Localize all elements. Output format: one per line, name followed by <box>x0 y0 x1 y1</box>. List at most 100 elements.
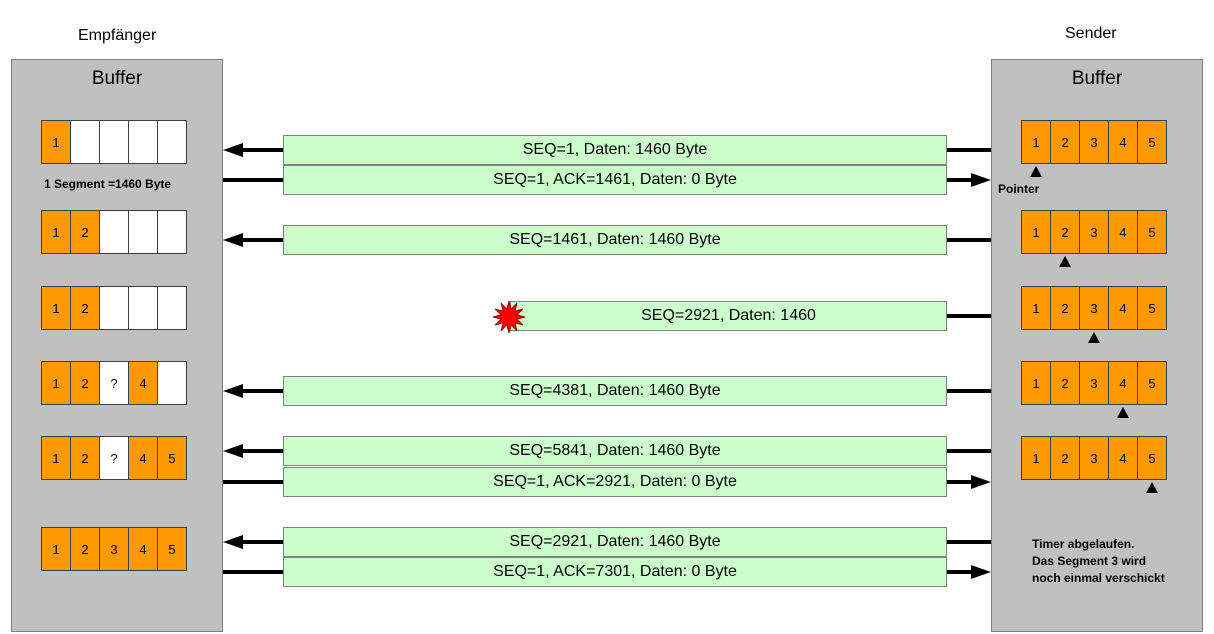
sender-buffer-row: 12345 <box>1021 361 1167 405</box>
timer-note-line: Timer abgelaufen. <box>1032 537 1135 551</box>
segment-message: SEQ=5841, Daten: 1460 Byte <box>283 436 947 466</box>
segment-message: SEQ=2921, Daten: 1460 <box>510 301 947 331</box>
receiver-segment-cell <box>157 286 187 330</box>
timer-note-line: noch einmal verschickt <box>1032 571 1165 585</box>
receiver-segment-cell: 2 <box>70 210 100 254</box>
sender-segment-cell: 5 <box>1137 210 1167 254</box>
arrow-left-icon <box>223 383 283 399</box>
receiver-segment-cell: 4 <box>128 527 158 571</box>
sender-segment-cell: 1 <box>1021 286 1051 330</box>
sender-segment-cell: 1 <box>1021 210 1051 254</box>
arrow-left-icon <box>223 142 283 158</box>
arrow-left-icon <box>223 534 283 550</box>
connector-line <box>947 389 991 393</box>
receiver-segment-cell <box>157 361 187 405</box>
segment-message: SEQ=1, ACK=7301, Daten: 0 Byte <box>283 557 947 587</box>
connector-line <box>223 178 283 182</box>
connector-line <box>947 314 991 318</box>
sender-segment-cell: 2 <box>1050 361 1080 405</box>
arrow-left-icon <box>223 232 283 248</box>
pointer-label: Pointer <box>998 182 1040 196</box>
sender-buffer-row: 12345 <box>1021 436 1167 480</box>
packet-lost-icon <box>492 300 526 339</box>
sender-segment-cell: 5 <box>1137 286 1167 330</box>
receiver-segment-cell <box>157 120 187 164</box>
sender-buffer-title: Buffer <box>1071 68 1123 89</box>
receiver-segment-cell <box>128 210 158 254</box>
arrow-right-icon <box>947 172 991 188</box>
sender-segment-cell: 4 <box>1108 286 1138 330</box>
receiver-segment-cell: ? <box>99 361 129 405</box>
receiver-segment-cell: 1 <box>41 361 71 405</box>
connector-line <box>947 238 991 242</box>
receiver-segment-cell <box>99 286 129 330</box>
connector-line <box>947 148 991 152</box>
receiver-segment-cell: 1 <box>41 527 71 571</box>
sender-segment-cell: 3 <box>1079 436 1109 480</box>
receiver-segment-cell <box>128 120 158 164</box>
segment-message: SEQ=1461, Daten: 1460 Byte <box>283 225 947 255</box>
sender-segment-cell: 5 <box>1137 436 1167 480</box>
receiver-segment-cell: 1 <box>41 210 71 254</box>
receiver-segment-cell: 4 <box>128 436 158 480</box>
connector-line <box>223 480 283 484</box>
receiver-segment-cell: ? <box>99 436 129 480</box>
receiver-segment-cell <box>157 210 187 254</box>
receiver-segment-cell: 1 <box>41 120 71 164</box>
receiver-buffer-row: 12345 <box>41 527 187 571</box>
segment-size-note: 1 Segment =1460 Byte <box>44 177 172 191</box>
connector-line <box>947 540 991 544</box>
sender-segment-cell: 2 <box>1050 120 1080 164</box>
receiver-buffer-row: 12 <box>41 210 187 254</box>
receiver-segment-cell: 1 <box>41 286 71 330</box>
segment-message: SEQ=2921, Daten: 1460 Byte <box>283 527 947 557</box>
connector-line <box>223 570 283 574</box>
timer-note: Timer abgelaufen. Das Segment 3 wird noc… <box>1032 536 1165 587</box>
receiver-segment-cell: 2 <box>70 286 100 330</box>
receiver-segment-cell <box>99 210 129 254</box>
sender-segment-cell: 4 <box>1108 210 1138 254</box>
receiver-segment-cell: 1 <box>41 436 71 480</box>
sender-label: Sender <box>1065 25 1117 42</box>
receiver-label: Empfänger <box>78 27 157 44</box>
receiver-buffer-row: 1 2? 4 5 <box>41 436 187 480</box>
receiver-segment-cell: 3 <box>99 527 129 571</box>
sender-segment-cell: 2 <box>1050 436 1080 480</box>
sender-segment-cell: 4 <box>1108 436 1138 480</box>
receiver-segment-cell <box>128 286 158 330</box>
sender-segment-cell: 5 <box>1137 120 1167 164</box>
segment-message: SEQ=1, ACK=2921, Daten: 0 Byte <box>283 467 947 497</box>
receiver-segment-cell: 4 <box>128 361 158 405</box>
receiver-segment-cell: 2 <box>70 436 100 480</box>
sender-segment-cell: 1 <box>1021 120 1051 164</box>
receiver-segment-cell: 2 <box>70 361 100 405</box>
receiver-segment-cell: 5 <box>157 436 187 480</box>
sender-segment-cell: 2 <box>1050 210 1080 254</box>
pointer-marker-icon <box>1087 332 1100 343</box>
sender-segment-cell: 3 <box>1079 286 1109 330</box>
sender-segment-cell: 1 <box>1021 361 1051 405</box>
receiver-buffer-row: 1 2? 4 <box>41 361 187 405</box>
sender-buffer-row: 12345 <box>1021 120 1167 164</box>
arrow-right-icon <box>947 474 991 490</box>
pointer-marker-icon <box>1116 407 1129 418</box>
receiver-buffer-title: Buffer <box>91 68 143 89</box>
sender-segment-cell: 4 <box>1108 361 1138 405</box>
receiver-segment-cell: 5 <box>157 527 187 571</box>
receiver-segment-cell: 2 <box>70 527 100 571</box>
sender-segment-cell: 5 <box>1137 361 1167 405</box>
receiver-segment-cell <box>70 120 100 164</box>
sender-buffer-row: 12345 <box>1021 286 1167 330</box>
pointer-marker-icon <box>1145 482 1158 493</box>
sender-segment-cell: 3 <box>1079 210 1109 254</box>
receiver-buffer-row: 1 <box>41 120 187 164</box>
sender-segment-cell: 4 <box>1108 120 1138 164</box>
sender-segment-cell: 2 <box>1050 286 1080 330</box>
sender-segment-cell: 3 <box>1079 120 1109 164</box>
receiver-buffer-row: 12 <box>41 286 187 330</box>
connector-line <box>947 449 991 453</box>
pointer-marker-icon <box>1029 166 1042 177</box>
segment-message: SEQ=1, ACK=1461, Daten: 0 Byte <box>283 165 947 195</box>
timer-note-line: Das Segment 3 wird <box>1032 554 1147 568</box>
sender-segment-cell: 3 <box>1079 361 1109 405</box>
